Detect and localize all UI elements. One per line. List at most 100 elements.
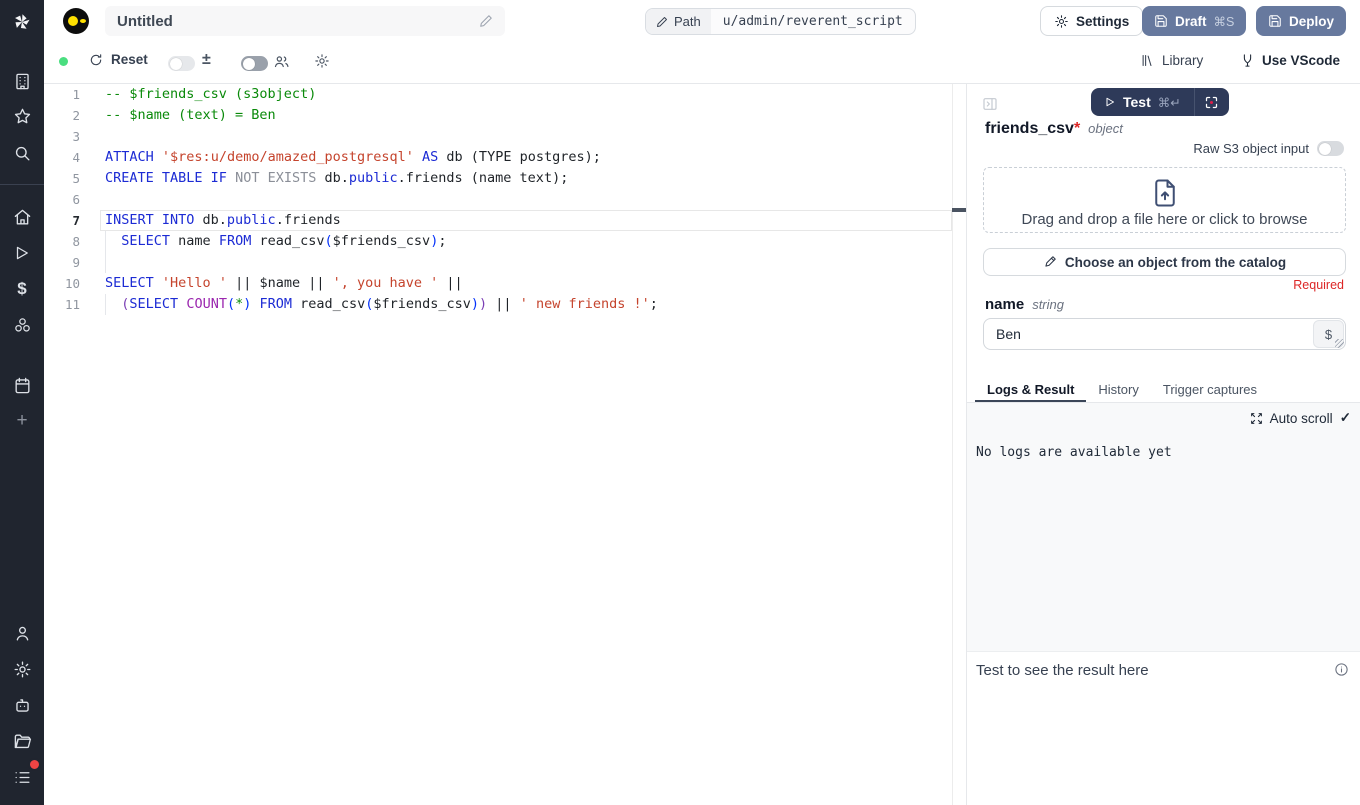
schedules-calendar-icon[interactable] (0, 370, 44, 400)
favorites-star-icon[interactable] (0, 101, 44, 131)
code-editor[interactable]: 1234567891011 -- $friends_csv (s3object)… (44, 84, 966, 805)
code-line[interactable]: SELECT name FROM read_csv($friends_csv); (105, 231, 952, 252)
edit-title-pencil-icon[interactable] (479, 14, 493, 28)
workspace-building-icon[interactable] (0, 66, 44, 96)
collapse-panel-icon[interactable] (982, 96, 998, 112)
capture-run-button[interactable] (1195, 88, 1229, 116)
test-button-group: Test ⌘↵ (1091, 88, 1229, 116)
result-placeholder: Test to see the result here (976, 662, 1149, 679)
required-asterisk: * (1074, 120, 1080, 137)
draft-button[interactable]: Draft ⌘S (1142, 6, 1246, 36)
draft-label: Draft (1175, 14, 1207, 29)
file-dropzone[interactable]: Drag and drop a file here or click to br… (983, 167, 1346, 233)
diff-mode-toggle[interactable] (168, 56, 195, 71)
app-window: $ + Untitled (0, 0, 1360, 805)
expand-icon[interactable] (1250, 412, 1263, 425)
overview-ruler[interactable] (952, 84, 953, 805)
refresh-icon (89, 53, 103, 67)
variables-dollar-icon[interactable]: $ (0, 274, 44, 304)
line-number: 4 (44, 147, 80, 168)
account-user-icon[interactable] (0, 618, 44, 648)
code-line[interactable]: ATTACH '$res:u/demo/amazed_postgresql' A… (105, 147, 952, 168)
preview-panel: Test ⌘↵ friends_csv*object Raw S3 object… (966, 84, 1360, 805)
arg-type: object (1088, 121, 1123, 136)
status-dot (59, 57, 68, 66)
argument-name: namestring (985, 296, 1064, 314)
auto-scroll-label: Auto scroll (1270, 411, 1333, 426)
name-input[interactable] (984, 326, 1313, 342)
settings-gear-icon[interactable] (0, 654, 44, 684)
line-number: 3 (44, 126, 80, 147)
vscode-icon (1240, 53, 1255, 68)
path-value: u/admin/reverent_script (711, 14, 915, 29)
script-title: Untitled (117, 13, 479, 30)
info-icon[interactable] (1334, 662, 1349, 677)
library-icon (1140, 53, 1155, 68)
home-icon[interactable] (0, 202, 44, 232)
users-icon (273, 53, 290, 70)
raw-s3-row: Raw S3 object input (1193, 141, 1344, 156)
sidebar-divider (0, 184, 44, 185)
code-lines[interactable]: -- $friends_csv (s3object)-- $name (text… (105, 84, 952, 315)
path-label: Path (674, 14, 701, 29)
test-button[interactable]: Test ⌘↵ (1091, 88, 1194, 116)
panel-tabs: Logs & ResultHistoryTrigger captures (967, 378, 1360, 403)
line-number: 6 (44, 189, 80, 210)
editor-settings-gear-icon[interactable] (314, 53, 330, 69)
code-line[interactable]: CREATE TABLE IF NOT EXISTS db.public.fri… (105, 168, 952, 189)
line-number: 8 (44, 231, 80, 252)
code-line[interactable] (105, 126, 952, 147)
deploy-button[interactable]: Deploy (1256, 6, 1346, 36)
tab-logs-result[interactable]: Logs & Result (975, 378, 1086, 402)
dropzone-text: Drag and drop a file here or click to br… (984, 211, 1345, 228)
tab-history[interactable]: History (1086, 378, 1150, 402)
notification-badge (28, 758, 41, 771)
tab-trigger-captures[interactable]: Trigger captures (1151, 378, 1269, 402)
gear-icon (1054, 14, 1069, 29)
code-line[interactable]: INSERT INTO db.public.friends (105, 210, 952, 231)
library-label: Library (1162, 53, 1203, 68)
reset-button[interactable]: Reset (89, 52, 148, 67)
argument-friends-csv: friends_csv*object (985, 120, 1123, 138)
check-icon: ✓ (1340, 410, 1351, 426)
code-line[interactable]: (SELECT COUNT(*) FROM read_csv($friends_… (105, 294, 952, 315)
settings-button[interactable]: Settings (1040, 6, 1143, 36)
required-label: Required (1293, 278, 1344, 292)
resize-handle[interactable] (1335, 339, 1344, 348)
reset-label: Reset (111, 52, 148, 67)
runs-play-icon[interactable] (0, 238, 44, 268)
code-line[interactable] (105, 189, 952, 210)
choose-object-catalog-button[interactable]: Choose an object from the catalog (983, 248, 1346, 276)
code-line[interactable]: -- $friends_csv (s3object) (105, 84, 952, 105)
folders-icon[interactable] (0, 726, 44, 756)
script-title-field[interactable]: Untitled (105, 6, 505, 36)
result-area: Test to see the result here (967, 651, 1360, 805)
logs-area: Auto scroll ✓ No logs are available yet (967, 403, 1360, 651)
pen-nib-icon (1043, 255, 1057, 269)
search-icon[interactable] (0, 138, 44, 168)
topbar: Untitled Path u/admin/reverent_script Se… (44, 0, 1360, 42)
name-input-wrapper: $ (983, 318, 1346, 350)
add-plus-icon[interactable]: + (0, 406, 44, 436)
code-line[interactable] (105, 252, 952, 273)
focus-capture-icon (1204, 95, 1219, 110)
duckdb-language-icon (63, 8, 89, 34)
library-button[interactable]: Library (1140, 53, 1203, 68)
use-vscode-button[interactable]: Use VScode (1240, 53, 1340, 68)
raw-s3-toggle[interactable] (1317, 141, 1344, 156)
cursor-position-marker (952, 208, 966, 212)
code-line[interactable]: -- $name (text) = Ben (105, 105, 952, 126)
multiplayer-toggle[interactable] (241, 56, 268, 71)
catalog-button-label: Choose an object from the catalog (1065, 255, 1286, 270)
code-line[interactable]: SELECT 'Hello ' || $name || ', you have … (105, 273, 952, 294)
editor-toolbar: Reset ± Library Use VScode (44, 42, 1360, 84)
windmill-logo-icon[interactable] (0, 4, 44, 40)
test-shortcut: ⌘↵ (1158, 95, 1181, 110)
line-number: 10 (44, 273, 80, 294)
line-number: 2 (44, 105, 80, 126)
save-icon (1268, 14, 1282, 28)
path-chip[interactable]: Path u/admin/reverent_script (645, 8, 916, 35)
ai-robot-icon[interactable] (0, 690, 44, 720)
auto-scroll-control[interactable]: Auto scroll ✓ (1250, 410, 1351, 426)
resources-cluster-icon[interactable] (0, 310, 44, 340)
